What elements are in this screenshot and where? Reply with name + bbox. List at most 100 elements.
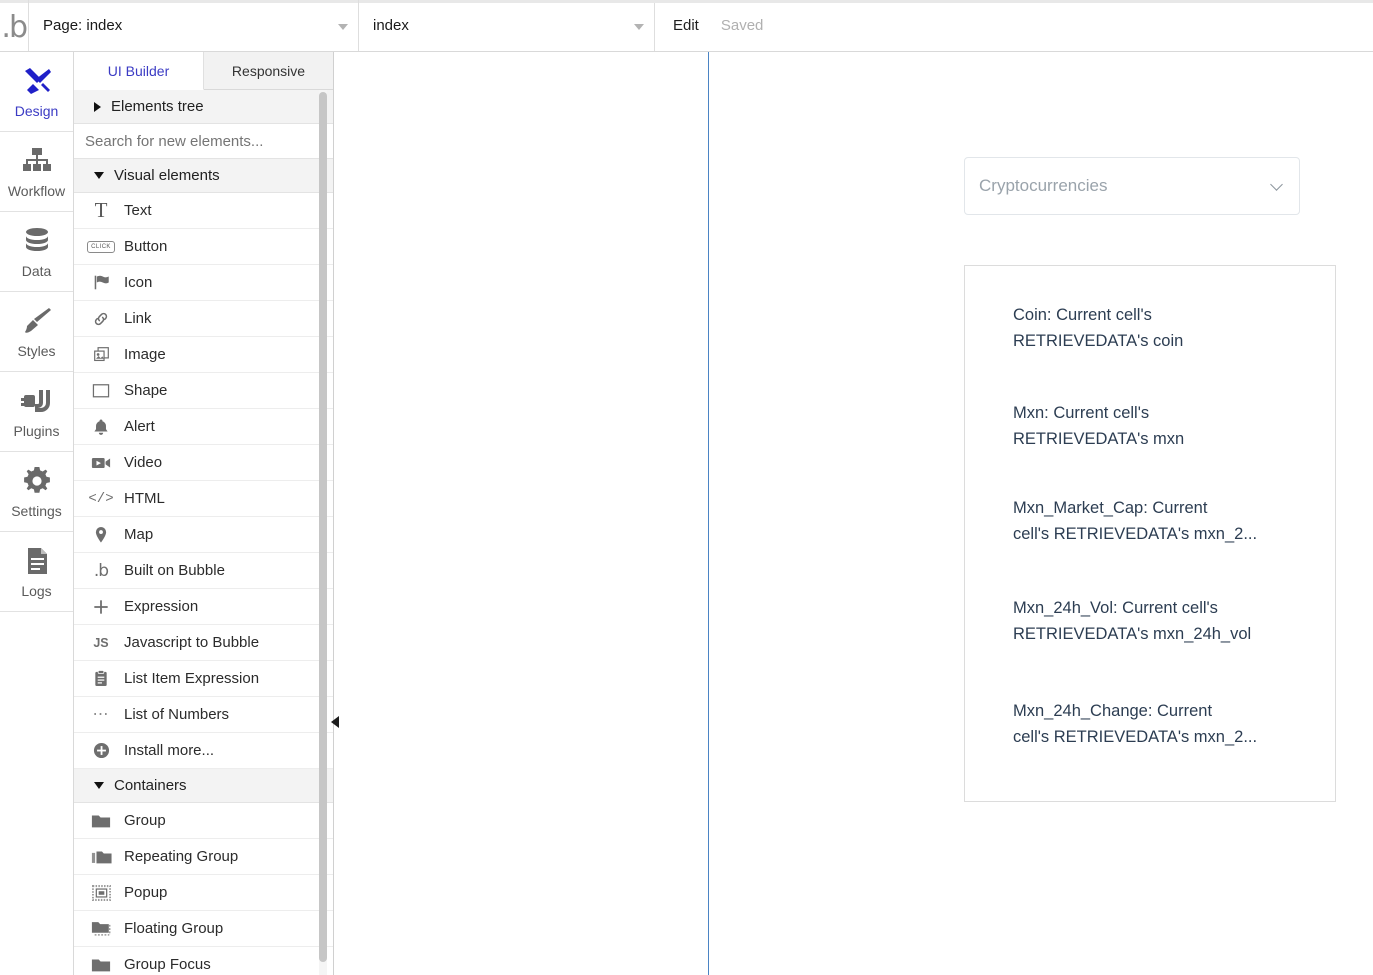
repeating-group-cell[interactable]: Coin: Current cell's RETRIEVEDATA's coin xyxy=(1013,302,1299,354)
section-header-containers[interactable]: Containers xyxy=(74,769,333,803)
toolbar-actions: Edit Saved xyxy=(654,0,763,51)
rail-item-logs[interactable]: Logs xyxy=(0,532,73,612)
js-icon: JS xyxy=(93,635,109,650)
bubble-logo[interactable]: .b xyxy=(0,0,28,51)
bubble-b-icon: .b xyxy=(93,560,109,581)
save-status: Saved xyxy=(720,17,764,34)
image-icon xyxy=(86,344,116,366)
clipboard-icon xyxy=(86,668,116,690)
panel-scrollbar-thumb[interactable] xyxy=(319,92,327,962)
element-item-javascript-to-bubble[interactable]: JS Javascript to Bubble xyxy=(74,625,333,661)
element-label-list-of-numbers: List of Numbers xyxy=(124,706,230,723)
element-label-alert: Alert xyxy=(124,418,155,435)
rail-item-design[interactable]: Design xyxy=(0,52,73,132)
element-item-icon[interactable]: Icon xyxy=(74,265,333,301)
popup-frame-icon xyxy=(86,882,116,904)
elements-tree-header[interactable]: Elements tree xyxy=(74,90,333,124)
bubble-logo-glyph: .b xyxy=(1,9,28,45)
element-label-html: HTML xyxy=(124,490,165,507)
rail-label-styles: Styles xyxy=(17,342,56,359)
tab-ui-builder[interactable]: UI Builder xyxy=(74,52,204,90)
repeating-group-cell[interactable]: Mxn_Market_Cap: Current cell's RETRIEVED… xyxy=(1013,495,1299,547)
folder-focus-icon xyxy=(86,954,116,975)
cell-text-mxn-market-cap: Mxn_Market_Cap: Current cell's RETRIEVED… xyxy=(1013,499,1258,543)
repeating-group-cell[interactable]: Mxn_24h_Vol: Current cell's RETRIEVEDATA… xyxy=(1013,595,1299,647)
section-header-visual-elements[interactable]: Visual elements xyxy=(74,159,333,193)
rail-item-styles[interactable]: Styles xyxy=(0,292,73,372)
element-item-popup[interactable]: Popup xyxy=(74,875,333,911)
code-brackets-icon: </> xyxy=(88,490,114,507)
document-lines-icon xyxy=(27,547,47,574)
cell-text-mxn-24h-change: Mxn_24h_Change: Current cell's RETRIEVED… xyxy=(1013,702,1258,746)
folder-stack-icon xyxy=(86,846,116,868)
ellipsis-icon: ⋯ xyxy=(92,705,110,723)
tab-responsive-label: Responsive xyxy=(231,62,306,79)
element-label-link: Link xyxy=(124,310,152,327)
triangle-down-icon xyxy=(94,172,104,179)
plus-icon xyxy=(86,596,116,618)
element-item-shape[interactable]: Shape xyxy=(74,373,333,409)
panel-collapse-handle[interactable] xyxy=(328,712,342,732)
element-item-group[interactable]: Group xyxy=(74,803,333,839)
tab-ui-builder-label: UI Builder xyxy=(107,62,170,79)
triangle-left-icon xyxy=(331,716,339,728)
element-item-video[interactable]: Video xyxy=(74,445,333,481)
caret-down-icon xyxy=(338,23,348,30)
repeating-group-cell[interactable]: Mxn: Current cell's RETRIEVEDATA's mxn xyxy=(1013,400,1299,452)
element-item-link[interactable]: Link xyxy=(74,301,333,337)
cell-text-mxn-24h-vol: Mxn_24h_Vol: Current cell's RETRIEVEDATA… xyxy=(1013,599,1252,643)
panel-tab-bar: UI Builder Responsive xyxy=(74,52,333,90)
element-item-html[interactable]: </> HTML xyxy=(74,481,333,517)
rail-item-data[interactable]: Data xyxy=(0,212,73,292)
element-item-list-of-numbers[interactable]: ⋯ List of Numbers xyxy=(74,697,333,733)
triangle-down-icon xyxy=(94,782,104,789)
edit-button[interactable]: Edit xyxy=(673,17,699,34)
element-label-button: Button xyxy=(124,238,168,255)
flag-icon xyxy=(86,272,116,294)
rail-item-settings[interactable]: Settings xyxy=(0,452,73,532)
tab-responsive[interactable]: Responsive xyxy=(204,52,333,90)
element-item-list-item-expression[interactable]: List Item Expression xyxy=(74,661,333,697)
element-item-image[interactable]: Image xyxy=(74,337,333,373)
page-selector[interactable]: Page: index xyxy=(28,0,358,51)
dropdown-placeholder: Cryptocurrencies xyxy=(979,176,1108,195)
element-item-group-focus[interactable]: Group Focus xyxy=(74,947,333,975)
element-item-install-more[interactable]: Install more... xyxy=(74,733,333,769)
element-label-popup: Popup xyxy=(124,884,168,901)
element-item-text[interactable]: T Text xyxy=(74,193,333,229)
rail-label-plugins: Plugins xyxy=(13,422,60,439)
element-item-floating-group[interactable]: Floating Group xyxy=(74,911,333,947)
element-item-button[interactable]: CLICK Button xyxy=(74,229,333,265)
folder-icon xyxy=(86,810,116,832)
repeating-group-cell[interactable]: Mxn_24h_Change: Current cell's RETRIEVED… xyxy=(1013,698,1299,750)
top-toolbar: .b Page: index index Edit Saved xyxy=(0,0,1373,52)
rail-label-logs: Logs xyxy=(21,582,52,599)
element-item-expression[interactable]: Expression xyxy=(74,589,333,625)
element-item-map[interactable]: Map xyxy=(74,517,333,553)
element-label-image: Image xyxy=(124,346,166,363)
element-item-alert[interactable]: Alert xyxy=(74,409,333,445)
element-item-built-on-bubble[interactable]: .b Built on Bubble xyxy=(74,553,333,589)
element-selector[interactable]: index xyxy=(358,0,654,51)
page-selector-label: Page: index xyxy=(43,17,123,34)
element-label-video: Video xyxy=(124,454,163,471)
element-label-shape: Shape xyxy=(124,382,168,399)
repeating-group-container[interactable]: Coin: Current cell's RETRIEVEDATA's coin… xyxy=(964,265,1336,802)
element-label-built-on-bubble: Built on Bubble xyxy=(124,562,225,579)
design-canvas[interactable]: Cryptocurrencies Coin: Current cell's RE… xyxy=(335,52,1373,975)
search-input[interactable] xyxy=(85,132,315,150)
rail-label-workflow: Workflow xyxy=(7,182,66,199)
rail-item-workflow[interactable]: Workflow xyxy=(0,132,73,212)
rail-item-plugins[interactable]: Plugins xyxy=(0,372,73,452)
element-label-group: Group xyxy=(124,812,166,829)
element-label-install-more: Install more... xyxy=(124,742,215,759)
bell-icon xyxy=(86,416,116,438)
element-label-javascript-to-bubble: Javascript to Bubble xyxy=(124,634,260,651)
cell-text-coin: Coin: Current cell's RETRIEVEDATA's coin xyxy=(1013,306,1184,350)
left-nav-rail: Design Workflow Data Styles Plugins Sett… xyxy=(0,52,74,975)
text-T-icon: T xyxy=(94,198,108,222)
rail-label-settings: Settings xyxy=(11,502,62,519)
cryptocurrencies-dropdown[interactable]: Cryptocurrencies xyxy=(964,157,1300,215)
database-icon xyxy=(25,227,48,251)
element-item-repeating-group[interactable]: Repeating Group xyxy=(74,839,333,875)
